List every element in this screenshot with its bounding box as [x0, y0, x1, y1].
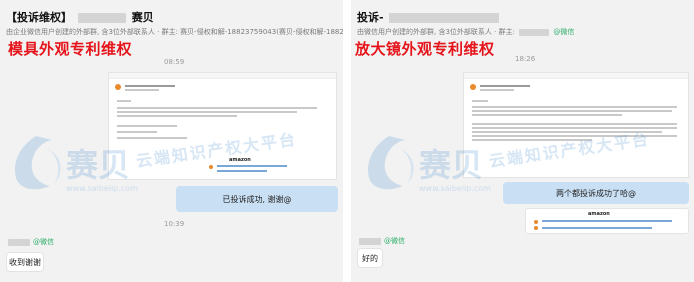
chat-title-prefix: 投诉-: [357, 11, 384, 24]
received-message-bubble[interactable]: 收到谢谢: [6, 252, 44, 272]
received-message-bubble[interactable]: 好的: [357, 248, 383, 268]
sender-name-row: @微信: [8, 237, 54, 247]
redacted-name: [359, 237, 381, 245]
email-toolbar: [464, 73, 688, 79]
chat-subtitle: 由微信用户创建的外部群, 含3位外部联系人 · 群主: @微信: [357, 28, 575, 36]
chat-title-prefix: 【投诉维权】: [6, 11, 72, 24]
email-screenshot[interactable]: amazon: [108, 72, 337, 180]
amazon-logo: amazon: [229, 157, 251, 163]
chat-title: 【投诉维权】 赛贝: [6, 9, 154, 25]
email-toolbar: [109, 73, 336, 79]
redacted-name: [389, 13, 500, 23]
redacted-name: [8, 238, 30, 246]
chat-title: 投诉-: [357, 9, 500, 25]
overlay-title: 放大镜外观专利维权: [355, 40, 495, 58]
wechat-tag: @微信: [33, 238, 54, 246]
chat-panel-right: 投诉- 由微信用户创建的外部群, 含3位外部联系人 · 群主: @微信 放大镜外…: [351, 0, 694, 282]
redacted-name: [519, 28, 550, 36]
chat-subtitle: 由企业微信用户创建的外部群, 含3位外部联系人 · 群主: 赛贝-侵权和解-18…: [6, 28, 343, 36]
wechat-tag: @微信: [553, 28, 575, 36]
email-snippet[interactable]: amazon: [525, 208, 689, 234]
sent-message-bubble[interactable]: 两个都投诉成功了哈@: [503, 182, 689, 204]
comparison-image: 【投诉维权】 赛贝 由企业微信用户创建的外部群, 含3位外部联系人 · 群主: …: [0, 0, 694, 282]
sent-message-bubble[interactable]: 已投诉成功, 谢谢@: [176, 186, 338, 212]
panel-divider: [343, 0, 351, 282]
email-screenshot[interactable]: [463, 72, 689, 178]
timestamp: 08:59: [164, 58, 185, 66]
chat-panel-left: 【投诉维权】 赛贝 由企业微信用户创建的外部群, 含3位外部联系人 · 群主: …: [0, 0, 343, 282]
redacted-name: [77, 13, 126, 23]
wechat-tag: @微信: [384, 237, 405, 245]
timestamp: 10:39: [164, 220, 185, 228]
sender-avatar: [115, 84, 121, 90]
amazon-logo: amazon: [588, 211, 610, 217]
timestamp: 18:26: [515, 55, 536, 63]
sender-avatar: [470, 84, 476, 90]
chat-title-suffix: 赛贝: [131, 11, 154, 24]
sender-name-row: @微信: [359, 236, 405, 246]
overlay-title: 模具外观专利维权: [8, 40, 133, 58]
